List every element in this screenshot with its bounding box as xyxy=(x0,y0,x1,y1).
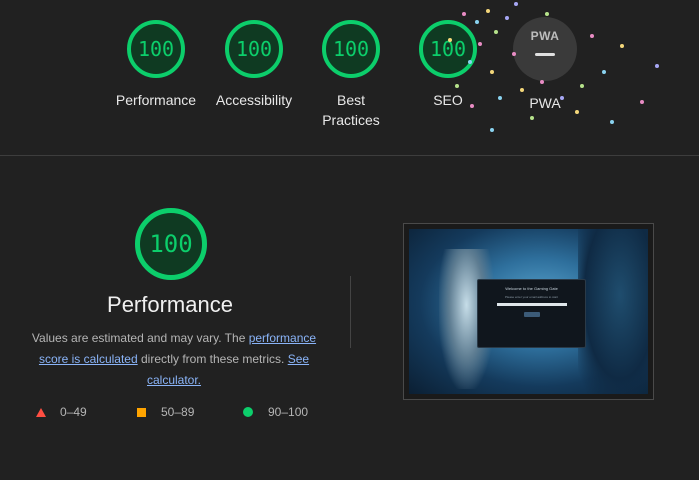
triangle-icon xyxy=(36,407,46,417)
pwa-badge-text: PWA xyxy=(530,29,560,43)
gauge-pwa[interactable]: PWA PWA xyxy=(500,17,590,113)
gauge-accessibility[interactable]: 100 Accessibility xyxy=(209,20,299,110)
score-ring: 100 xyxy=(127,20,185,78)
score-ring: 100 xyxy=(322,20,380,78)
gauge-performance[interactable]: 100 Performance xyxy=(111,20,201,110)
performance-score-gauge: 100 xyxy=(135,208,207,280)
legend-range: 90–100 xyxy=(268,405,309,419)
modal-input xyxy=(496,303,567,306)
gauge-label: SEO xyxy=(433,92,463,108)
legend-range: 0–49 xyxy=(60,405,87,419)
gauge-label: Performance xyxy=(115,92,197,108)
legend-average: 50–89 xyxy=(137,405,194,419)
category-title: Performance xyxy=(107,292,233,317)
desc-text: directly from these metrics. xyxy=(137,352,288,366)
vertical-divider xyxy=(350,276,351,348)
gauge-label: Accessibility xyxy=(215,92,293,108)
legend-range: 50–89 xyxy=(161,405,195,419)
gauge-seo[interactable]: 100 SEO xyxy=(403,20,493,110)
legend-fail: 0–49 xyxy=(36,405,87,419)
score-value: 100 xyxy=(235,37,273,61)
score-value: 100 xyxy=(149,230,193,258)
circle-icon xyxy=(243,407,253,417)
score-ring: 100 xyxy=(225,20,283,78)
gauge-best-practices[interactable]: 100 Best Practices xyxy=(306,20,396,130)
pwa-badge-icon: PWA xyxy=(513,17,577,81)
score-value: 100 xyxy=(332,37,370,61)
score-value: 100 xyxy=(137,37,175,61)
legend-pass: 90–100 xyxy=(243,405,308,419)
dragon-artwork xyxy=(578,229,648,394)
screenshot-modal: Welcome to the Gaming Gate Please enter … xyxy=(477,279,586,348)
modal-button xyxy=(523,312,540,317)
modal-title: Welcome to the Gaming Gate xyxy=(505,286,558,291)
screenshot-image: Welcome to the Gaming Gate Please enter … xyxy=(409,229,648,394)
desc-text: Values are estimated and may vary. The xyxy=(31,331,249,345)
final-screenshot[interactable]: Welcome to the Gaming Gate Please enter … xyxy=(403,223,654,400)
score-ring: 100 xyxy=(419,20,477,78)
square-icon xyxy=(137,407,146,417)
score-description: Values are estimated and may vary. The p… xyxy=(24,328,324,391)
modal-subtitle: Please enter your email address to start xyxy=(504,295,559,299)
scores-summary: 100 Performance 100 Accessibility 100 Be… xyxy=(0,0,699,156)
gauge-label: Best Practices xyxy=(322,92,380,128)
pwa-dash-icon xyxy=(535,53,555,56)
